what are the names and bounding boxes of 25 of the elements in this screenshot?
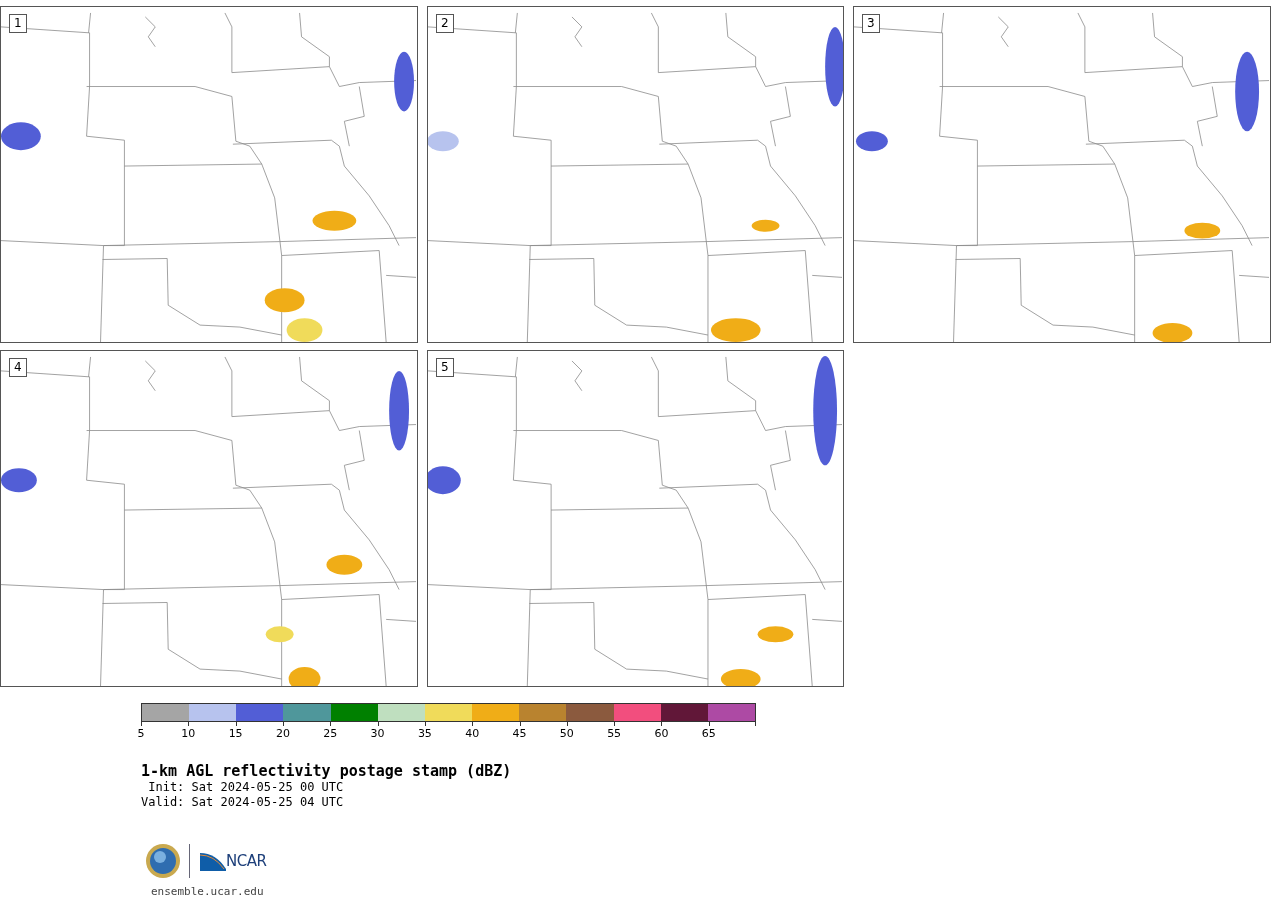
- ncar-logo-icon: [200, 851, 226, 871]
- tick-label: 50: [559, 727, 574, 740]
- panel-number: 3: [862, 14, 880, 33]
- tick-label: 30: [370, 727, 385, 740]
- valid-time: Valid: Sat 2024-05-25 04 UTC: [141, 795, 345, 810]
- panel-number: 1: [9, 14, 27, 33]
- panel-number: 4: [9, 358, 27, 377]
- tick-label: 65: [701, 727, 716, 740]
- tick-label: 60: [654, 727, 669, 740]
- tick-label: 35: [417, 727, 432, 740]
- tick-label: 20: [275, 727, 290, 740]
- tick-label: 25: [323, 727, 338, 740]
- site-link[interactable]: ensemble.ucar.edu: [151, 885, 264, 898]
- init-time: Init: Sat 2024-05-25 00 UTC: [147, 780, 345, 795]
- chart-title: 1-km AGL reflectivity postage stamp (dBZ): [141, 762, 513, 780]
- tick-label: 10: [181, 727, 196, 740]
- tick-label: 45: [512, 727, 527, 740]
- panel-number: 2: [436, 14, 454, 33]
- tick-label: 15: [228, 727, 243, 740]
- panel-number: 5: [436, 358, 454, 377]
- tick-label: 40: [465, 727, 480, 740]
- seal-logo-icon: [145, 843, 181, 879]
- logo-text: NCAR: [226, 852, 267, 870]
- tick-label: 5: [137, 727, 145, 740]
- tick-label: 55: [607, 727, 622, 740]
